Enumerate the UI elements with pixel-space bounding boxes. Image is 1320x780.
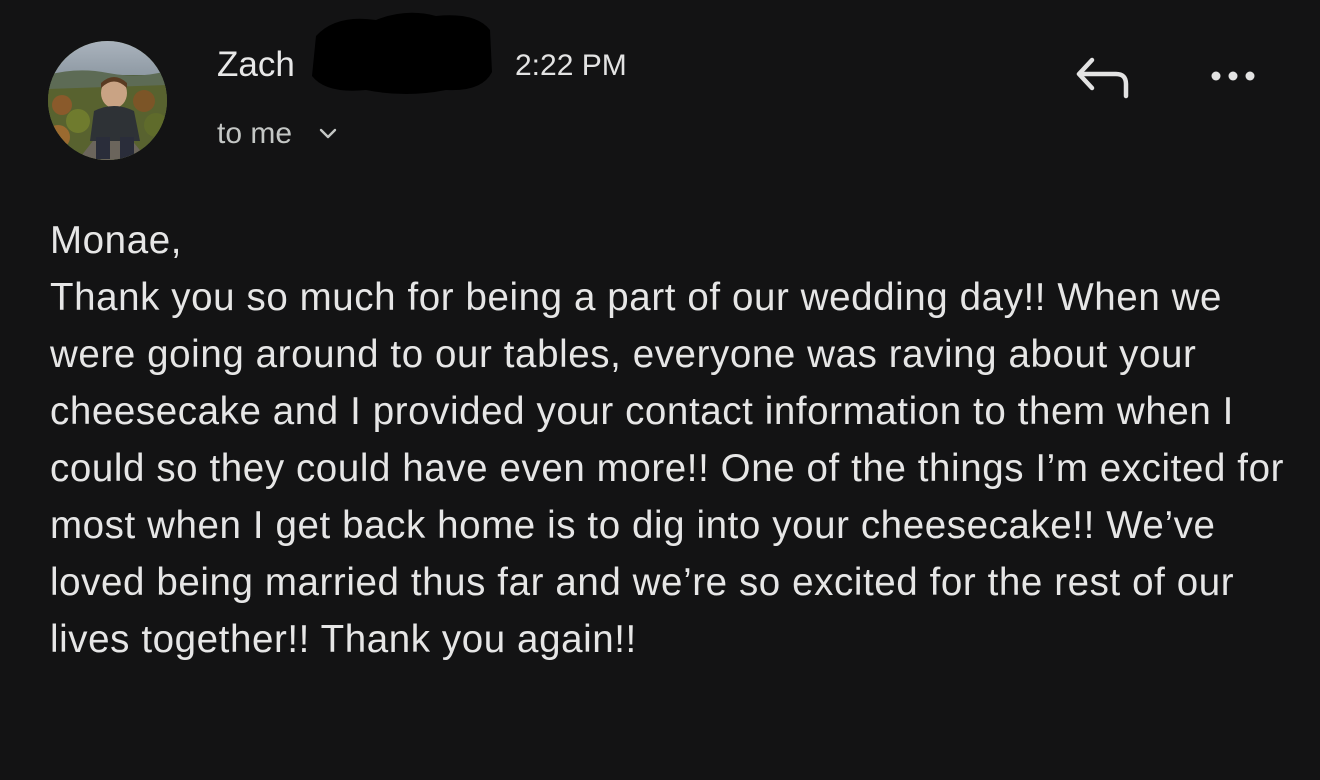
sender-avatar[interactable]: [48, 41, 167, 160]
reply-icon: [1076, 57, 1129, 99]
recipient-details-toggle[interactable]: to me: [217, 114, 338, 154]
email-greeting: Monae,: [50, 219, 183, 262]
chevron-down-icon: [319, 128, 337, 139]
recipient-label: to me: [217, 117, 293, 150]
more-options-icon: [1211, 71, 1255, 81]
profile-photo-icon: [48, 41, 167, 160]
email-timestamp: 2:22 PM: [515, 49, 627, 82]
redaction-mark: [312, 12, 492, 94]
email-message-text: Thank you so much for being a part of ou…: [50, 276, 1285, 661]
email-body: Monae, Thank you so much for being a par…: [50, 212, 1300, 668]
more-options-button[interactable]: [1196, 52, 1276, 100]
email-header: Zach 2:22 PM to me: [0, 0, 1320, 180]
sender-name[interactable]: Zach: [217, 44, 295, 86]
reply-button[interactable]: [1068, 50, 1138, 106]
